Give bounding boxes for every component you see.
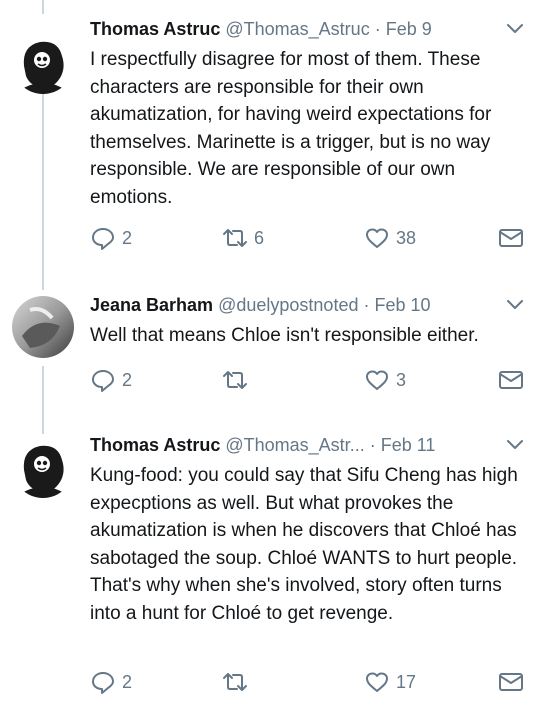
reply-icon xyxy=(92,228,114,250)
user-handle[interactable]: @Thomas_Astr... xyxy=(225,435,364,455)
like-count: 3 xyxy=(396,369,407,390)
avatar[interactable] xyxy=(12,436,74,498)
heart-icon xyxy=(366,228,388,248)
tweet[interactable]: Thomas Astruc @Thomas_Astr... · Feb 11 K… xyxy=(0,430,540,702)
reply-icon xyxy=(92,672,114,694)
tweet-date[interactable]: Feb 10 xyxy=(375,295,431,315)
mail-icon xyxy=(499,229,523,247)
like-button[interactable]: 17 xyxy=(364,668,416,696)
separator-dot: · xyxy=(363,295,370,315)
thread-line-top xyxy=(42,0,44,14)
chevron-down-icon[interactable] xyxy=(504,294,526,316)
heart-icon xyxy=(366,370,388,390)
reply-count: 2 xyxy=(122,227,133,248)
tweet-text: I respectfully disagree for most of them… xyxy=(90,49,492,208)
mail-icon xyxy=(499,673,523,691)
retweet-icon xyxy=(223,673,247,691)
tweet[interactable]: Jeana Barham @duelypostnoted · Feb 10 We… xyxy=(0,290,540,412)
tweet-header: Thomas Astruc @Thomas_Astruc · Feb 9 xyxy=(90,14,526,44)
direct-message-button[interactable] xyxy=(498,366,524,394)
display-name[interactable]: Jeana Barham xyxy=(90,295,213,315)
chevron-down-icon[interactable] xyxy=(504,434,526,456)
reply-count: 2 xyxy=(122,369,133,390)
tweet-text: Well that means Chloe isn't responsible … xyxy=(90,325,479,346)
user-handle[interactable]: @duelypostnoted xyxy=(218,295,358,315)
tweet-text: Kung-food: you could say that Sifu Cheng… xyxy=(90,465,518,624)
retweet-icon xyxy=(223,229,247,247)
chevron-down-icon[interactable] xyxy=(504,18,526,40)
tweet-date[interactable]: Feb 11 xyxy=(381,435,436,455)
separator-dot: · xyxy=(374,19,381,39)
avatar[interactable] xyxy=(12,296,74,358)
display-name[interactable]: Thomas Astruc xyxy=(90,435,220,455)
heart-icon xyxy=(366,672,388,692)
avatar[interactable] xyxy=(12,32,74,94)
direct-message-button[interactable] xyxy=(498,224,524,252)
tweet[interactable]: Thomas Astruc @Thomas_Astruc · Feb 9 I r… xyxy=(0,14,540,264)
display-name[interactable]: Thomas Astruc xyxy=(90,19,220,39)
retweet-button[interactable] xyxy=(222,668,254,696)
like-button[interactable]: 38 xyxy=(364,224,416,252)
retweet-button[interactable] xyxy=(222,366,254,394)
retweet-button[interactable]: 6 xyxy=(222,224,264,252)
direct-message-button[interactable] xyxy=(498,668,524,696)
reply-icon xyxy=(92,370,114,392)
reply-count: 2 xyxy=(122,671,133,692)
like-count: 17 xyxy=(396,671,417,692)
tweet-actions: 2 3 xyxy=(90,366,526,394)
reply-button[interactable]: 2 xyxy=(90,668,132,696)
tweet-actions: 2 17 xyxy=(90,668,526,696)
tweet-header: Jeana Barham @duelypostnoted · Feb 10 xyxy=(90,290,526,320)
separator-dot: · xyxy=(369,435,376,455)
user-handle[interactable]: @Thomas_Astruc xyxy=(225,19,369,39)
reply-button[interactable]: 2 xyxy=(90,366,132,394)
reply-button[interactable]: 2 xyxy=(90,224,132,252)
retweet-count: 6 xyxy=(254,227,265,248)
retweet-icon xyxy=(223,371,247,389)
like-button[interactable]: 3 xyxy=(364,366,406,394)
mail-icon xyxy=(499,371,523,389)
tweet-actions: 2 6 38 xyxy=(90,224,526,252)
tweet-date[interactable]: Feb 9 xyxy=(386,19,432,39)
like-count: 38 xyxy=(396,227,417,248)
tweet-header: Thomas Astruc @Thomas_Astr... · Feb 11 xyxy=(90,430,526,460)
